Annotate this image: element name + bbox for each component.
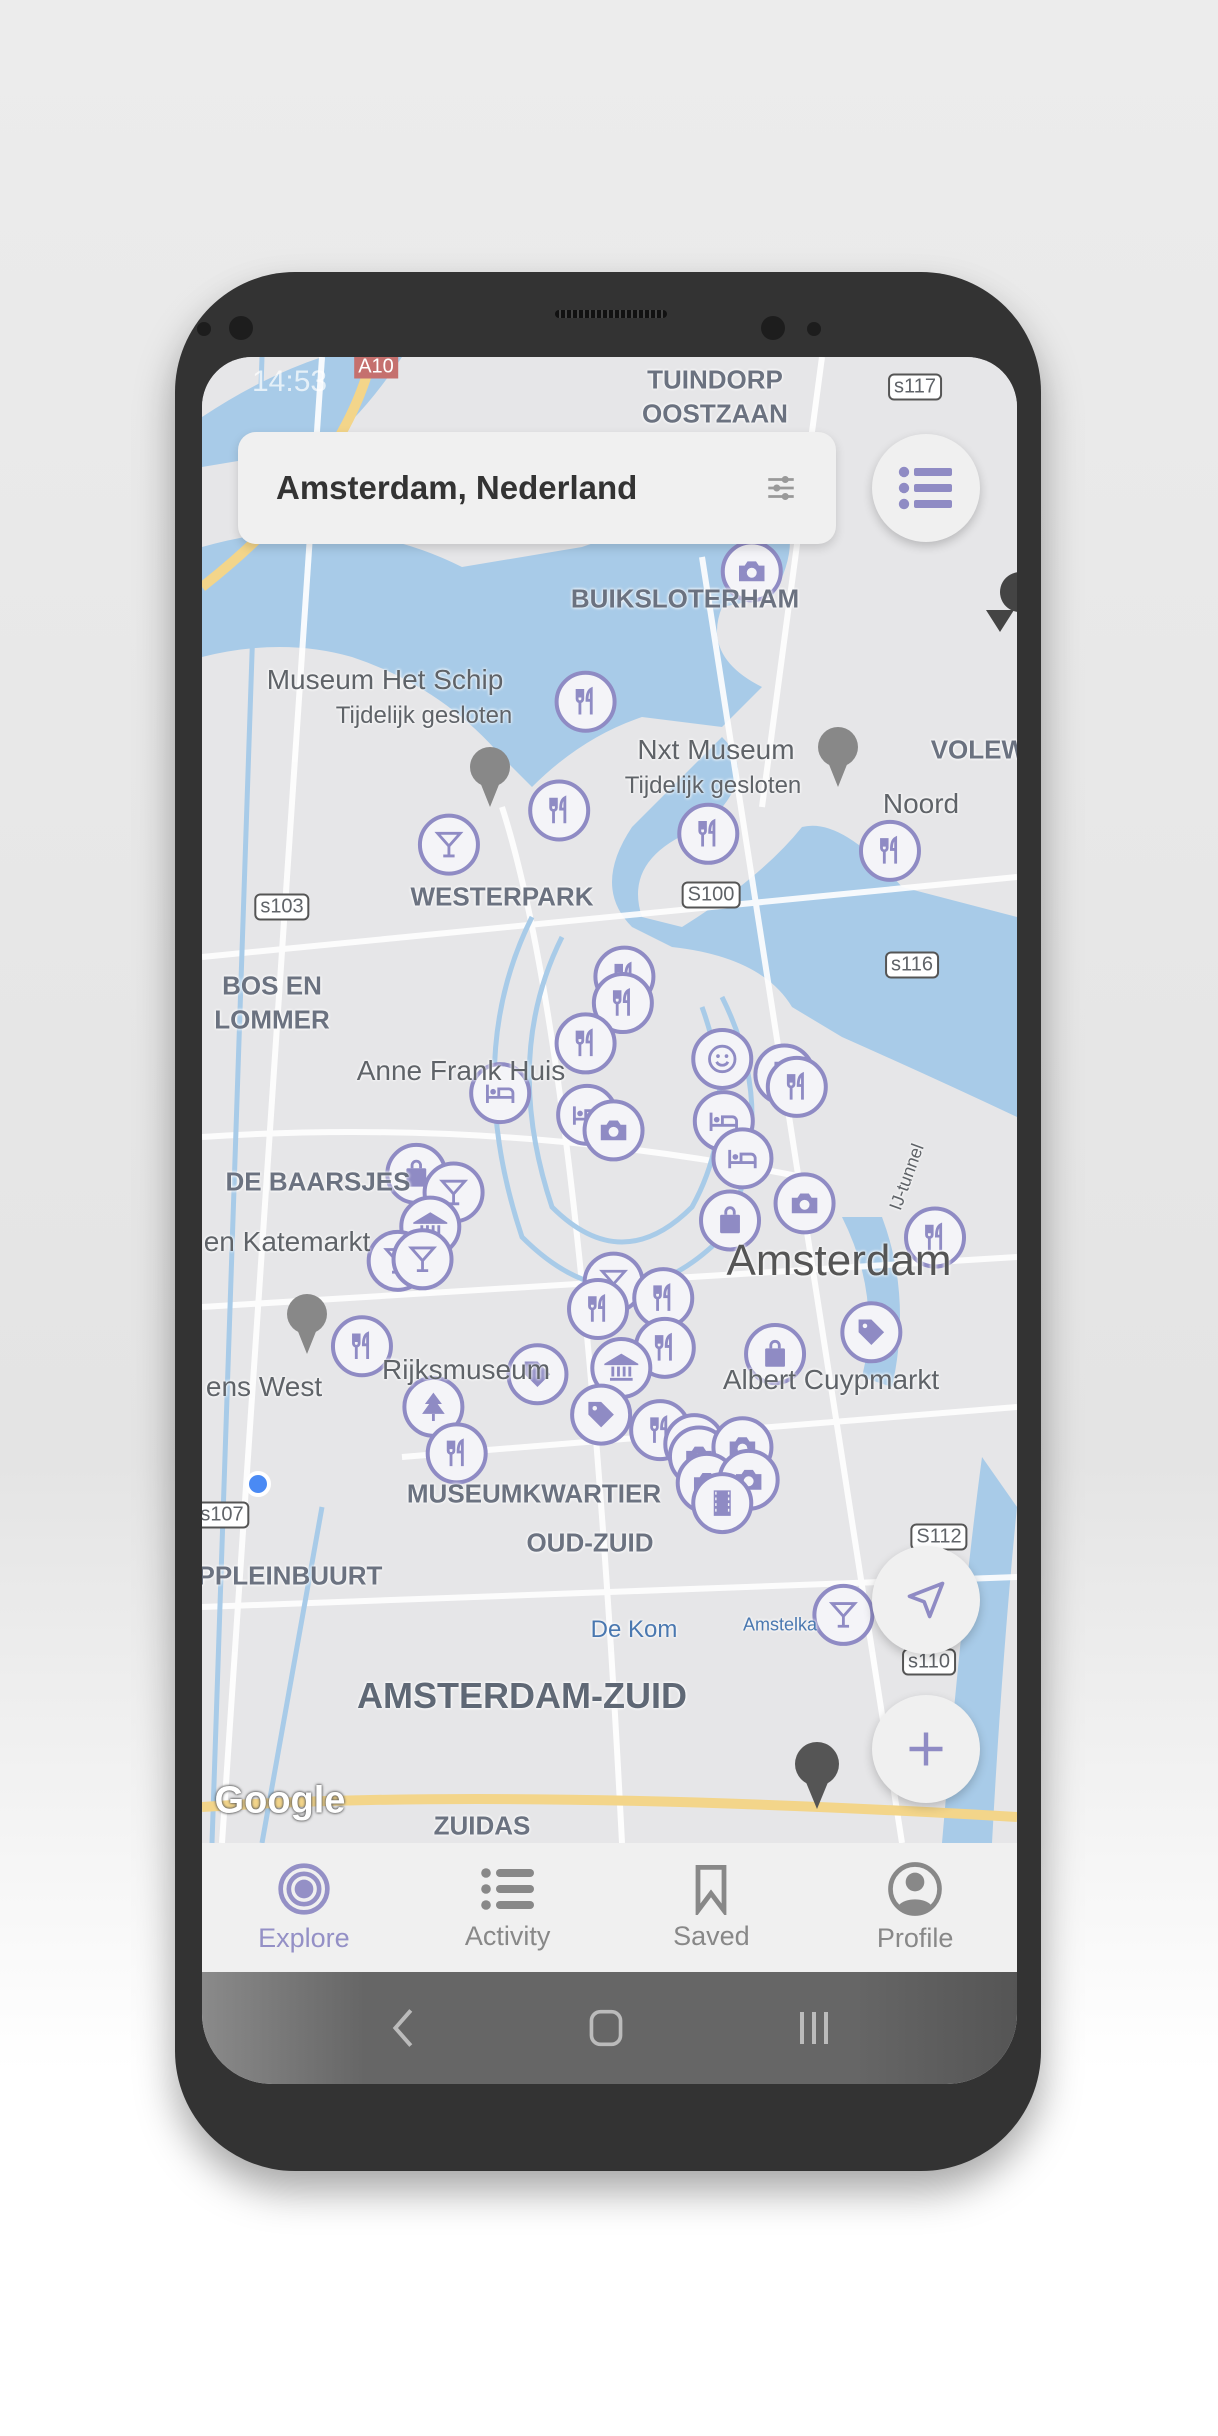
road-shield: s116 [885,951,939,979]
map-label: Amstelka [742,1614,818,1635]
map-label: ens West [205,1371,323,1402]
map-label: TUINDORP [647,364,783,395]
poi-marker-smile[interactable] [691,1027,754,1090]
poi-marker-tag[interactable] [570,1383,633,1446]
map-label: Tijdelijk gesloten [335,702,513,729]
system-nav-bar [202,1972,1017,2084]
map-label: en Katemarkt [203,1226,371,1257]
list-view-button[interactable] [872,434,980,542]
map-label: Noord [882,788,960,819]
map-label: OUD-ZUID [526,1527,654,1558]
road-shield: s103 [254,893,310,921]
marker-circle[interactable] [691,1027,754,1090]
poi-marker-fork[interactable] [425,1422,488,1485]
map-label: VOLEWI [930,734,1017,765]
poi-marker-fork[interactable] [858,819,921,882]
bottom-nav: Explore Activity Saved Profile [202,1843,1017,1972]
map-label: LOMMER [214,1004,330,1035]
poi-marker-fork[interactable] [554,670,617,733]
nav-explore[interactable]: Explore [202,1843,406,1972]
navigation-arrow-icon [907,1581,945,1619]
road-shield: S100 [681,881,741,909]
map-label: BOS EN [222,970,322,1001]
poi-marker-bar[interactable] [812,1583,875,1646]
speaker-grille [555,310,667,318]
plus-icon [909,1732,943,1766]
poi-marker-fork[interactable] [528,779,591,842]
list-icon [480,1868,534,1910]
nav-activity[interactable]: Activity [406,1843,610,1972]
map-label: Albert Cuypmarkt [722,1364,940,1395]
poi-marker-film[interactable] [691,1472,754,1535]
sensor-2 [807,322,821,336]
road-shield: A10 [354,357,398,379]
target-icon [278,1863,330,1915]
status-time: 14:53 [252,365,328,398]
map-label: MUSEUMKWARTIER [406,1478,662,1509]
sliders-icon[interactable] [764,471,798,505]
map-label: AMSTERDAM-ZUID [357,1675,687,1716]
poi-marker-bar[interactable] [417,813,480,876]
map-label: BUIKSLOTERHAM [570,583,800,614]
poi-marker-bed[interactable] [711,1127,774,1190]
nav-label: Saved [673,1921,750,1951]
map-label: Nxt Museum [637,734,795,765]
map-label: Tijdelijk gesloten [624,772,802,799]
map-label: Rijksmuseum [381,1354,551,1385]
map-label: Anne Frank Huis [356,1055,566,1086]
map-label: DE BAARSJES [225,1166,411,1197]
nav-label: Activity [464,1921,551,1951]
map-label: OOSTZAAN [642,398,788,429]
recents-icon[interactable] [796,2008,832,2048]
road-shield: s117 [888,373,942,401]
map-label: WESTERPARK [410,881,594,912]
film-icon [712,1488,733,1518]
poi-marker-bar[interactable] [391,1228,454,1291]
nav-profile[interactable]: Profile [813,1843,1017,1972]
screen: TUINDORP OOSTZAAN BUIKSLOTERHAM Museum H… [202,357,1017,2084]
back-icon[interactable] [387,2006,417,2050]
sensor [197,322,211,336]
poi-marker-fork[interactable] [677,802,740,865]
nav-saved[interactable]: Saved [610,1843,814,1972]
profile-icon [888,1862,942,1916]
map-label: Amsterdam [726,1236,952,1285]
map-label: Museum Het Schip [266,664,504,695]
poi-marker-cam[interactable] [773,1172,836,1235]
nav-label: Profile [876,1923,954,1953]
road-shield: s107 [202,1501,250,1529]
home-icon[interactable] [587,2008,625,2048]
search-bar[interactable]: Amsterdam, Nederland [238,432,836,544]
zoom-in-button[interactable] [872,1695,980,1803]
poi-marker-cam[interactable] [582,1099,645,1162]
poi-marker-fork[interactable] [567,1277,630,1340]
map-label: De Kom [590,1616,678,1643]
poi-marker-fork[interactable] [765,1055,828,1118]
map-label: ZUIDAS [433,1810,531,1841]
search-location: Amsterdam, Nederland [276,469,638,506]
list-icon [898,466,952,510]
google-logo: Google [214,1779,346,1822]
front-camera-2 [761,316,785,340]
nav-label: Explore [258,1923,350,1953]
bookmark-icon [695,1864,727,1915]
poi-marker-tag[interactable] [840,1301,903,1364]
front-camera [229,316,253,340]
locate-button[interactable] [872,1546,980,1654]
map-label: PPLEINBUURT [202,1560,383,1591]
